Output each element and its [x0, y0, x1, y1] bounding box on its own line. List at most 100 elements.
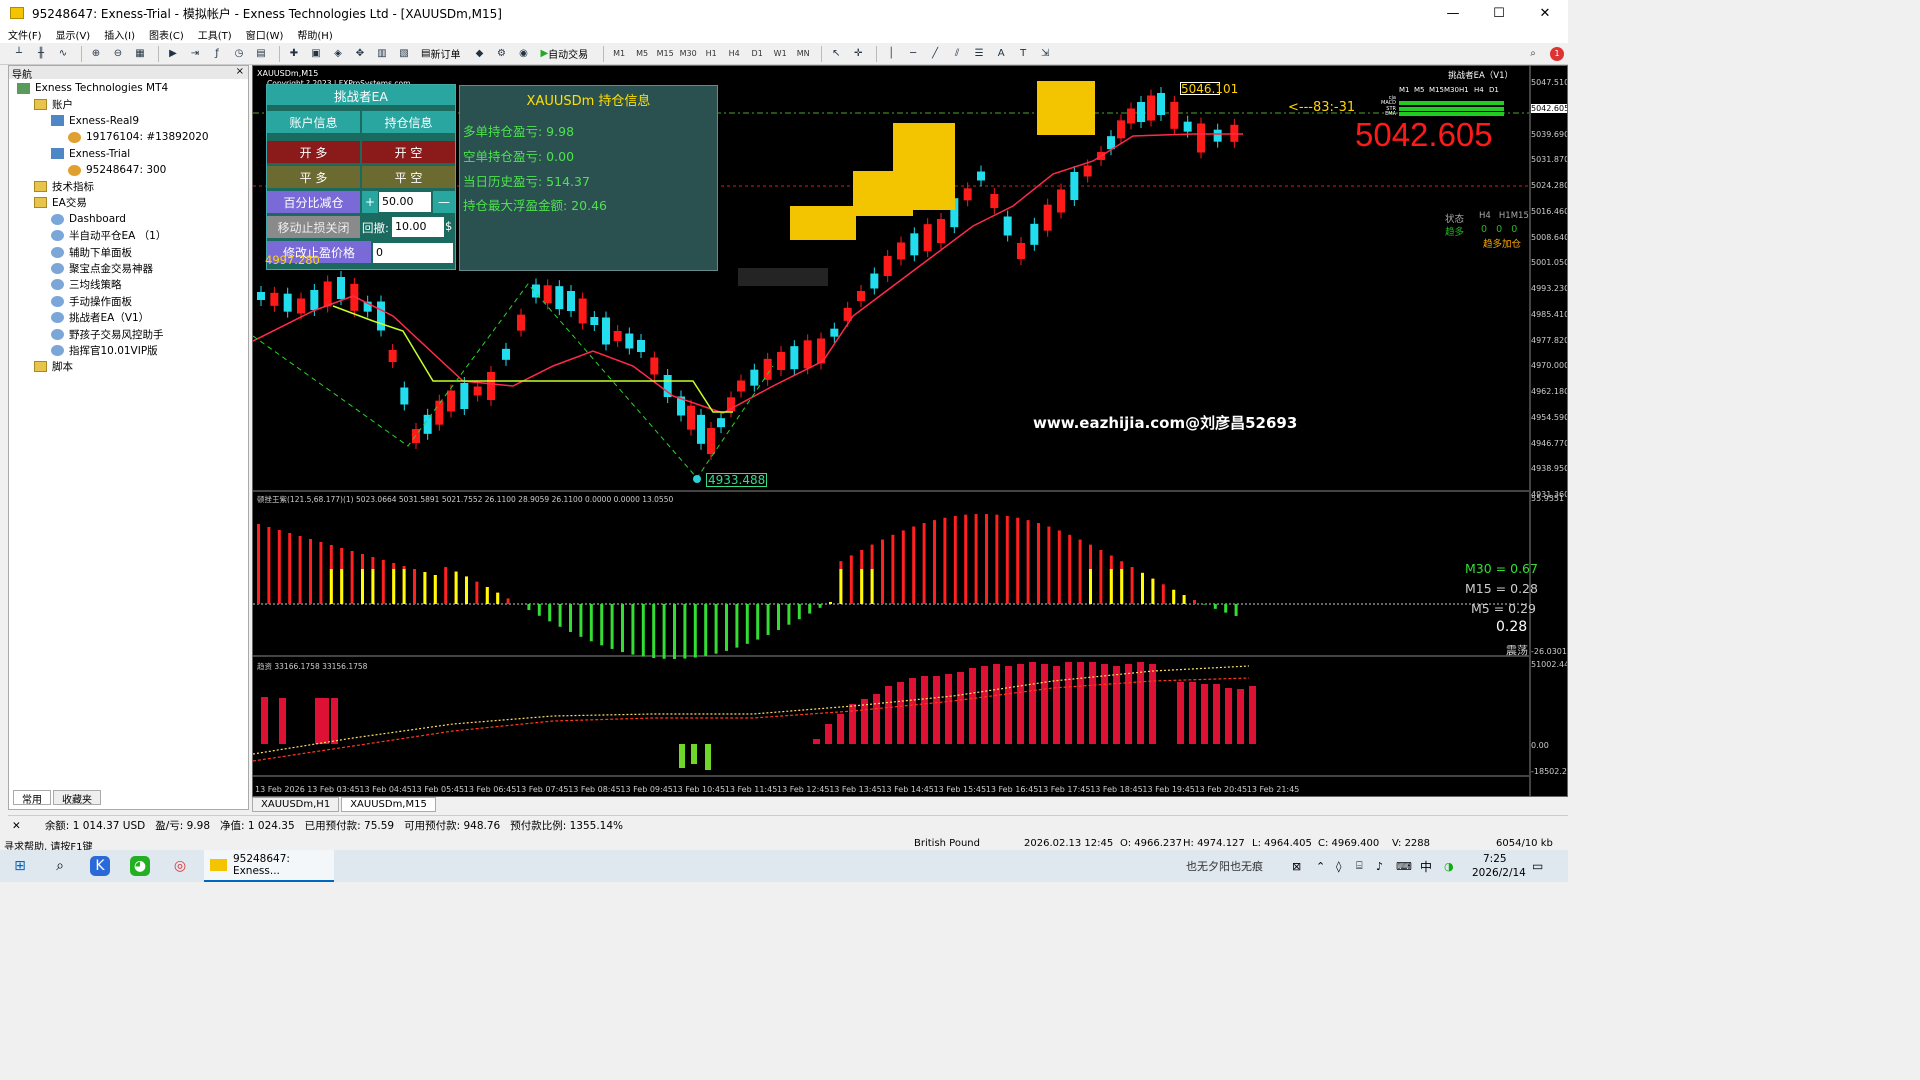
chart-shift-icon[interactable]: ⇥: [186, 46, 204, 62]
close-button[interactable]: ✕: [1522, 0, 1568, 26]
navigator-item[interactable]: EA交易: [9, 195, 248, 211]
navigator-item[interactable]: 辅助下单面板: [9, 244, 248, 260]
timeframe-d1[interactable]: D1: [747, 46, 767, 62]
menu-view[interactable]: 显示(V): [56, 27, 91, 42]
chart-window[interactable]: XAUUSDm,M15 Copyright ? 2023 | FXProSyst…: [252, 65, 1568, 797]
menu-file[interactable]: 文件(F): [8, 27, 42, 42]
timeframe-m1[interactable]: M1: [609, 46, 629, 62]
indicators-icon[interactable]: ƒ: [208, 46, 226, 62]
crosshair-icon[interactable]: ✛: [849, 46, 867, 62]
timeframe-mn[interactable]: MN: [793, 46, 813, 62]
tab-favorites[interactable]: 收藏夹: [53, 790, 101, 806]
autoscroll-icon[interactable]: ▶: [164, 46, 182, 62]
taskbar-mt4-app[interactable]: 95248647: Exness...: [204, 850, 334, 882]
app-capture-icon[interactable]: ◎: [160, 850, 200, 882]
trendline-icon[interactable]: ╱: [926, 46, 944, 62]
zoom-out-icon[interactable]: ⊖: [109, 46, 127, 62]
navigator-item[interactable]: 账户: [9, 96, 248, 112]
arrows-icon[interactable]: ⇲: [1036, 46, 1054, 62]
navigator-item[interactable]: 19176104: #13892020: [9, 129, 248, 145]
tp-input[interactable]: 0: [373, 243, 453, 263]
horizontal-line-icon[interactable]: ─: [904, 46, 922, 62]
wechat-icon[interactable]: ◕: [120, 850, 160, 882]
timeframe-m15[interactable]: M15: [655, 46, 675, 62]
metaeditor-icon[interactable]: ◆: [470, 46, 488, 62]
decrease-percent-button[interactable]: —: [433, 191, 455, 213]
signals-icon[interactable]: ◉: [514, 46, 532, 62]
channel-icon[interactable]: ⫽: [948, 46, 966, 62]
navigator-item[interactable]: 三均线策略: [9, 277, 248, 293]
open-short-button[interactable]: 开 空: [362, 141, 455, 163]
tab-common[interactable]: 常用: [13, 790, 51, 806]
trailing-stop-button[interactable]: 移动止损关闭: [267, 216, 360, 238]
search-icon[interactable]: ⌕: [1524, 46, 1542, 62]
search-taskbar-icon[interactable]: ⌕: [40, 850, 80, 882]
notification-icon[interactable]: 1: [1550, 46, 1564, 61]
auto-trading-button[interactable]: ▶ 自动交易: [536, 46, 592, 62]
timeframe-m5[interactable]: M5: [632, 46, 652, 62]
navigator-item[interactable]: 半自动平仓EA （1）: [9, 228, 248, 244]
text-icon[interactable]: A: [992, 46, 1010, 62]
close-long-button[interactable]: 平 多: [267, 166, 360, 188]
notifications-icon[interactable]: ▭: [1532, 859, 1543, 873]
chart-tab-h1[interactable]: XAUUSDm,H1: [252, 797, 340, 812]
tile-icon[interactable]: ▦: [131, 46, 149, 62]
tray-app-icon[interactable]: ◑: [1444, 860, 1454, 873]
account-info-tab[interactable]: 账户信息: [267, 111, 360, 133]
fibonacci-icon[interactable]: ☰: [970, 46, 988, 62]
templates-icon[interactable]: ▤: [252, 46, 270, 62]
profiles-icon[interactable]: ▣: [307, 46, 325, 62]
navigator-item[interactable]: Exness-Trial: [9, 146, 248, 162]
tray-volume-icon[interactable]: ♪: [1376, 860, 1383, 873]
timeframe-h4[interactable]: H4: [724, 46, 744, 62]
terminal-icon[interactable]: ▧: [395, 46, 413, 62]
timeframe-m30[interactable]: M30: [678, 46, 698, 62]
tray-keyboard-icon[interactable]: ⌨: [1396, 860, 1412, 873]
percent-reduce-button[interactable]: 百分比减仓: [267, 191, 360, 213]
menu-insert[interactable]: 插入(I): [104, 27, 135, 42]
navigator-close-icon[interactable]: ×: [236, 66, 244, 79]
navigator-item[interactable]: 挑战者EA（V1）: [9, 309, 248, 325]
terminal-collapse-icon[interactable]: ✕: [12, 820, 21, 832]
chart-line-icon[interactable]: ∿: [54, 46, 72, 62]
menu-help[interactable]: 帮助(H): [297, 27, 332, 42]
vertical-line-icon[interactable]: │: [882, 46, 900, 62]
menu-tools[interactable]: 工具(T): [198, 27, 232, 42]
navigator-item[interactable]: 野孩子交易风控助手: [9, 326, 248, 342]
tray-network-icon[interactable]: ⌸: [1356, 859, 1363, 873]
navigator-item[interactable]: Dashboard: [9, 211, 248, 227]
new-order-button[interactable]: ▤ 新订单: [417, 46, 464, 62]
chart-tab-m15[interactable]: XAUUSDm,M15: [341, 797, 436, 812]
percent-input[interactable]: 50.00: [379, 192, 431, 212]
tray-icon-1[interactable]: ⊠: [1292, 860, 1301, 873]
navigator-item[interactable]: 聚宝点金交易神器: [9, 260, 248, 276]
navigator-item[interactable]: 95248647: 300: [9, 162, 248, 178]
tray-chevron-icon[interactable]: ⌃: [1316, 860, 1325, 873]
tray-shield-icon[interactable]: ◊: [1336, 860, 1341, 873]
menu-charts[interactable]: 图表(C): [149, 27, 184, 42]
navigator-icon[interactable]: ▥: [373, 46, 391, 62]
navigator-item[interactable]: Exness-Real9: [9, 113, 248, 129]
increase-percent-button[interactable]: +: [362, 191, 378, 213]
label-icon[interactable]: T: [1014, 46, 1032, 62]
navigator-item[interactable]: 技术指标: [9, 178, 248, 194]
ime-label[interactable]: 中: [1420, 858, 1432, 875]
navigator-item[interactable]: 脚本: [9, 359, 248, 375]
maximize-button[interactable]: ☐: [1476, 0, 1522, 26]
chart-bar-icon[interactable]: ┴: [10, 46, 28, 62]
close-short-button[interactable]: 平 空: [362, 166, 455, 188]
timeframe-w1[interactable]: W1: [770, 46, 790, 62]
navigator-item[interactable]: 指挥官10.01VIP版: [9, 342, 248, 358]
pullback-input[interactable]: 10.00: [392, 217, 444, 237]
windows-start-icon[interactable]: ⊞: [0, 850, 40, 882]
new-chart-icon[interactable]: ✚: [285, 46, 303, 62]
periods-icon[interactable]: ◷: [230, 46, 248, 62]
zoom-in-icon[interactable]: ⊕: [87, 46, 105, 62]
app-k-icon[interactable]: K: [80, 850, 120, 882]
options-icon[interactable]: ⚙: [492, 46, 510, 62]
menu-window[interactable]: 窗口(W): [246, 27, 284, 42]
data-window-icon[interactable]: ✥: [351, 46, 369, 62]
position-info-tab[interactable]: 持仓信息: [362, 111, 455, 133]
timeframe-h1[interactable]: H1: [701, 46, 721, 62]
open-long-button[interactable]: 开 多: [267, 141, 360, 163]
